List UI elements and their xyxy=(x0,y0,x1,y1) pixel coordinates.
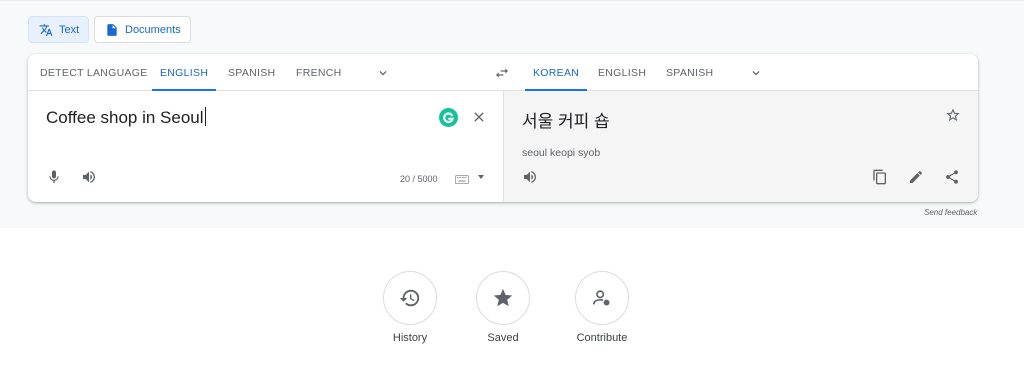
language-bar: DETECT LANGUAGE ENGLISH SPANISH FRENCH K… xyxy=(28,54,978,91)
send-feedback-link[interactable]: Send feedback xyxy=(924,208,977,217)
swap-languages-icon[interactable] xyxy=(494,65,510,81)
clear-source-text-icon[interactable] xyxy=(471,109,487,125)
transliteration-text: seoul keopi syob xyxy=(522,147,601,159)
documents-mode-label: Documents xyxy=(125,23,181,36)
translated-text: 서울 커피 숍 xyxy=(522,112,610,131)
character-count: 20 / 5000 xyxy=(400,174,438,184)
save-translation-star-icon[interactable] xyxy=(945,107,961,123)
contribute-button[interactable]: Contribute xyxy=(562,271,642,344)
source-pane[interactable]: Coffee shop in Seoul 20 / 5000 xyxy=(28,91,503,202)
tab-source-french[interactable]: FRENCH xyxy=(296,54,342,91)
history-circle[interactable] xyxy=(383,271,437,325)
translate-icon xyxy=(39,23,53,36)
microphone-icon[interactable] xyxy=(46,169,62,185)
tab-source-spanish[interactable]: SPANISH xyxy=(228,54,275,91)
keyboard-options-caret-icon[interactable] xyxy=(476,172,486,182)
grammarly-icon[interactable] xyxy=(439,108,458,127)
tab-target-english[interactable]: ENGLISH xyxy=(598,54,646,91)
source-text-input[interactable]: Coffee shop in Seoul xyxy=(46,107,206,128)
source-text: Coffee shop in Seoul xyxy=(46,108,204,127)
star-icon xyxy=(493,288,513,307)
contribute-label: Contribute xyxy=(576,332,628,344)
history-label: History xyxy=(392,332,428,344)
text-caret xyxy=(204,107,206,126)
documents-mode-button[interactable]: Documents xyxy=(94,16,191,43)
target-more-languages-chevron-icon[interactable] xyxy=(749,66,763,80)
target-pane: 서울 커피 숍 seoul keopi syob xyxy=(503,91,978,202)
contribute-circle[interactable] xyxy=(575,271,629,325)
document-icon xyxy=(107,23,117,36)
copy-translation-icon[interactable] xyxy=(872,169,888,185)
tab-target-korean[interactable]: KOREAN xyxy=(524,54,588,91)
tab-detect-language[interactable]: DETECT LANGUAGE xyxy=(40,54,148,91)
history-icon xyxy=(399,289,420,307)
saved-button[interactable]: Saved xyxy=(463,271,543,344)
target-listen-speaker-icon[interactable] xyxy=(522,169,538,185)
tab-source-english[interactable]: ENGLISH xyxy=(151,54,217,91)
edit-translation-pencil-icon[interactable] xyxy=(908,169,924,185)
source-more-languages-chevron-icon[interactable] xyxy=(376,66,390,80)
keyboard-icon[interactable] xyxy=(455,175,469,184)
source-listen-speaker-icon[interactable] xyxy=(81,169,97,185)
saved-label: Saved xyxy=(487,332,519,344)
tab-target-spanish[interactable]: SPANISH xyxy=(666,54,713,91)
text-mode-button[interactable]: Text xyxy=(28,16,89,43)
history-button[interactable]: History xyxy=(370,271,450,344)
translation-card: DETECT LANGUAGE ENGLISH SPANISH FRENCH K… xyxy=(28,54,978,202)
share-translation-icon[interactable] xyxy=(944,169,960,185)
text-mode-label: Text xyxy=(59,23,80,36)
saved-circle[interactable] xyxy=(476,271,530,325)
contribute-icon xyxy=(592,290,610,306)
